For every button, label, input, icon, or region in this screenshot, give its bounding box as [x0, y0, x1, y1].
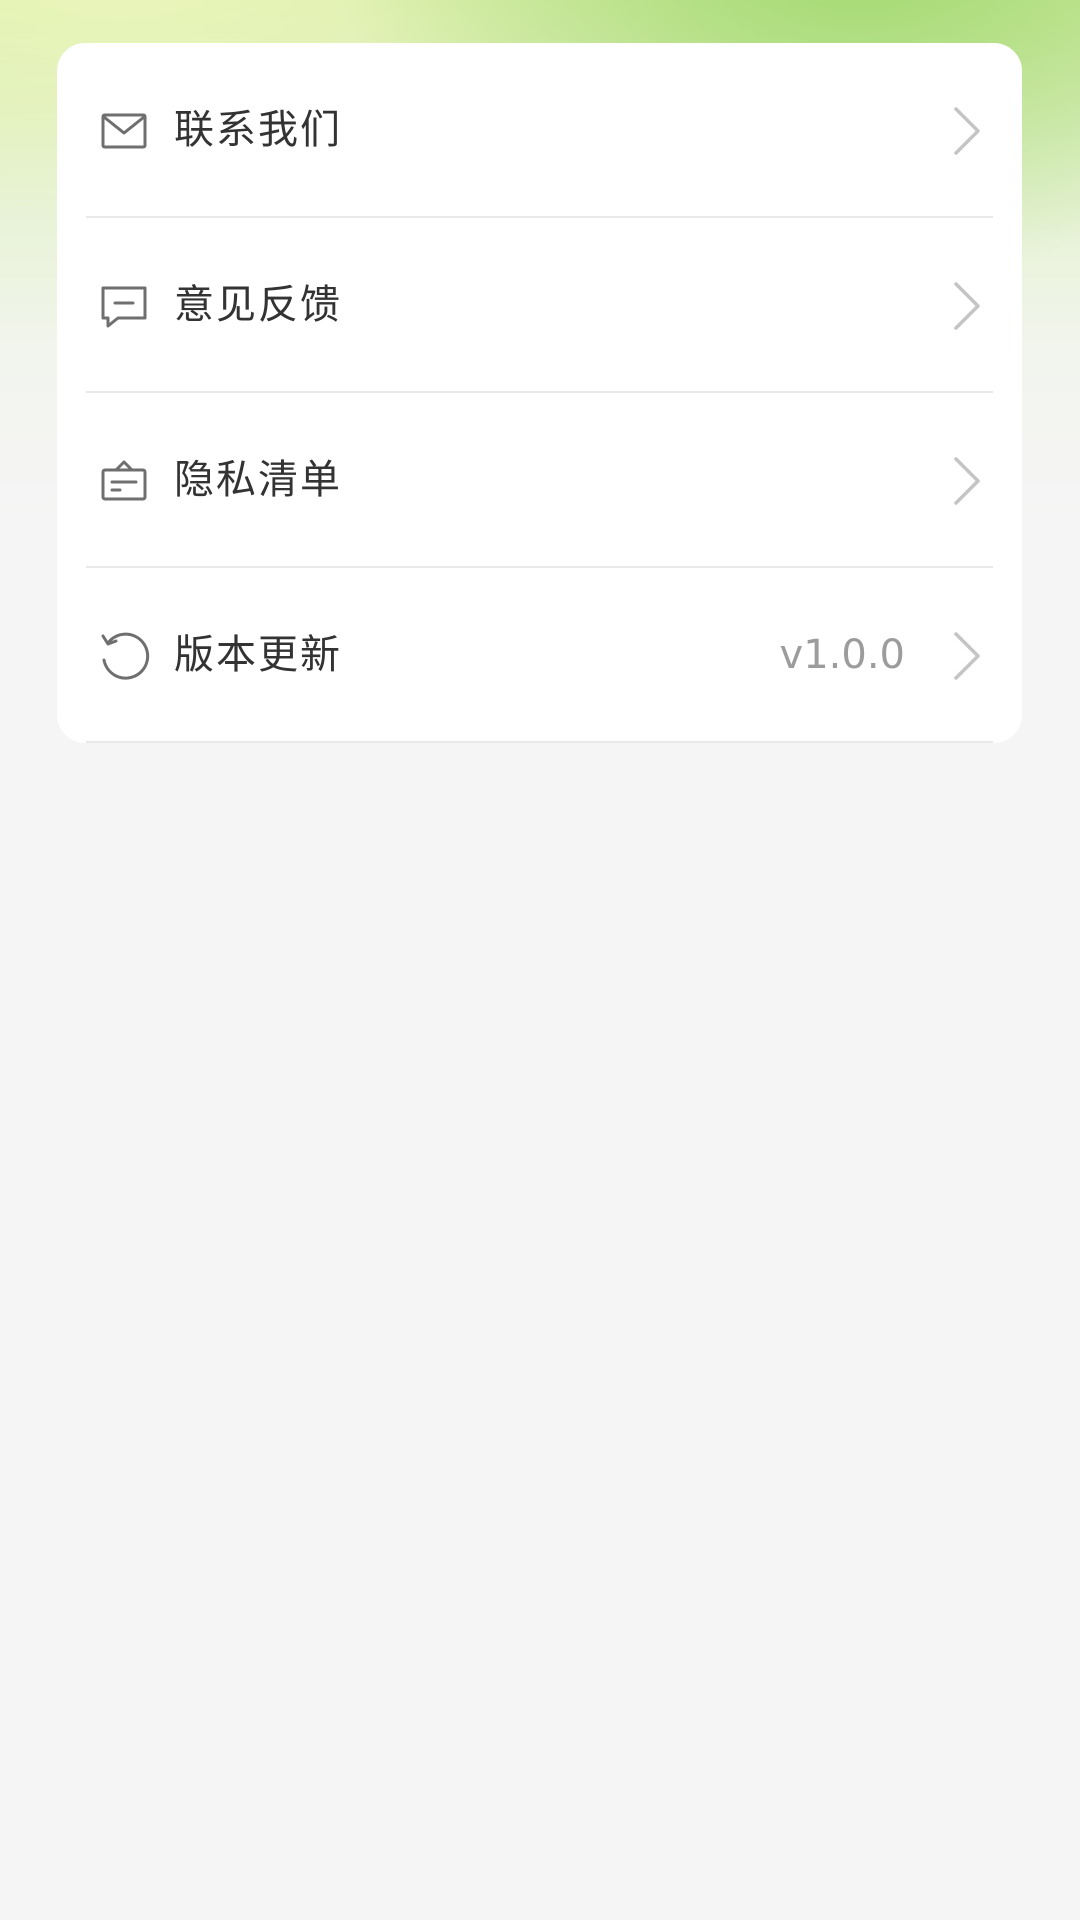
- menu-item-label: 隐私清单: [174, 457, 342, 503]
- menu-item-label: 版本更新: [174, 632, 342, 678]
- menu-item-feedback[interactable]: 意见反馈: [57, 218, 1022, 393]
- chevron-right-icon: [946, 278, 986, 334]
- feedback-icon: [94, 276, 154, 336]
- menu-item-contact-us[interactable]: 联系我们: [57, 43, 1022, 218]
- menu-item-privacy-list[interactable]: 隐私清单: [57, 393, 1022, 568]
- chevron-right-icon: [946, 103, 986, 159]
- menu-item-label: 意见反馈: [174, 282, 342, 328]
- privacy-list-icon: [94, 451, 154, 511]
- chevron-right-icon: [946, 453, 986, 509]
- chevron-right-icon: [946, 628, 986, 684]
- mail-icon: [94, 101, 154, 161]
- settings-card: 联系我们 意见反馈 隐私清单 版本更新 v1.0.0: [57, 43, 1022, 743]
- divider: [86, 741, 993, 743]
- menu-item-version-update[interactable]: 版本更新 v1.0.0: [57, 568, 1022, 743]
- menu-item-label: 联系我们: [174, 107, 342, 153]
- refresh-icon: [94, 626, 154, 686]
- version-number: v1.0.0: [779, 632, 905, 678]
